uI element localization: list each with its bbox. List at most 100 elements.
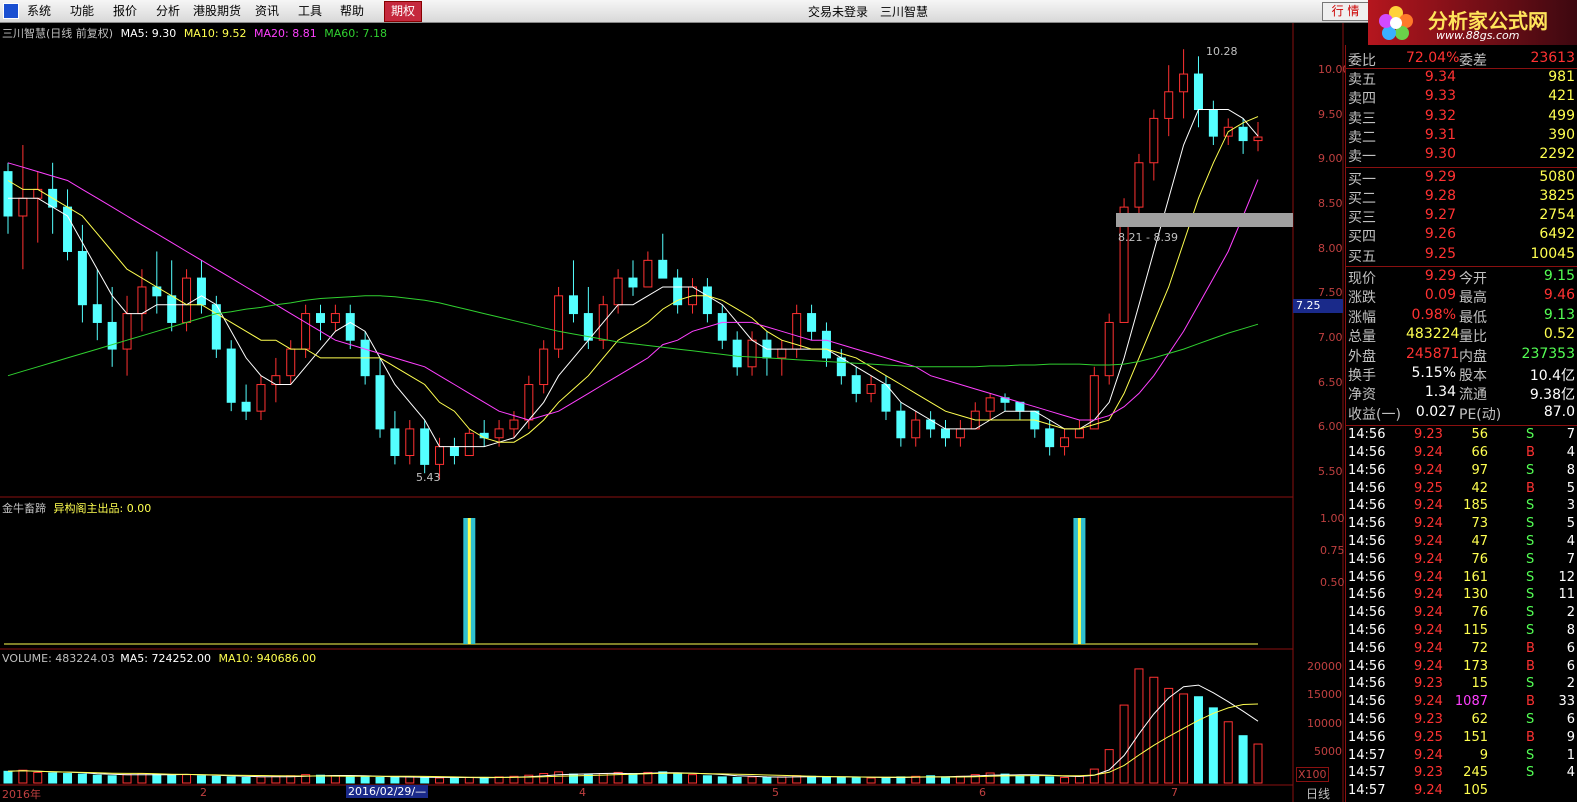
candle-body [494,428,504,439]
tick-row: 14:56 9.24 1087 B 33 [1346,694,1577,712]
tick-price: 9.24 [1414,694,1443,710]
menu-function[interactable]: 功能 [70,3,94,19]
tick-time: 14:57 [1348,765,1386,781]
menu-news[interactable]: 资讯 [255,3,279,19]
candle-body [330,313,340,323]
tick-time: 14:56 [1348,605,1386,621]
stat-label: 换手 [1348,368,1376,384]
ask-row[interactable]: 卖一 9.30 2292 [1346,146,1577,165]
volume-bar [63,773,73,784]
stat-label: 收益(一) [1348,406,1401,423]
wei-bi-value: 72.04% [1406,50,1460,66]
price-band-highlight [1116,213,1293,227]
stat-value: 0.027 [1415,403,1456,420]
menu-hk-futures[interactable]: 港股期货 [193,3,241,19]
menu-help[interactable]: 帮助 [340,3,364,19]
bid-row[interactable]: 买二 9.28 3825 [1346,188,1577,207]
tick-price: 9.23 [1414,765,1443,781]
tick-time: 14:56 [1348,658,1386,674]
stat-label: 最低 [1459,309,1487,326]
bid-row[interactable]: 买四 9.26 6492 [1346,226,1577,245]
volume-bar [1193,696,1203,784]
menu-system[interactable]: 系统 [27,3,51,19]
menu-quote[interactable]: 报价 [113,3,137,19]
bid-row[interactable]: 买五 9.25 10045 [1346,246,1577,265]
ask-row[interactable]: 卖四 9.33 421 [1346,88,1577,107]
ask-label: 卖四 [1348,91,1376,108]
tick-time: 14:56 [1348,676,1386,692]
volume-bar [539,773,549,784]
tick-volume: 73 [1471,516,1488,532]
tick-side: B [1526,640,1535,656]
volume-bar [702,775,712,784]
tick-count: 8 [1566,462,1575,478]
tick-row: 14:56 9.24 73 S 5 [1346,516,1577,534]
stat-row: 总量 483224 量比 0.52 [1346,326,1577,345]
price-tick: 6.00 [1318,420,1343,433]
wei-bi-label: 委比 [1348,53,1376,69]
tick-time: 14:56 [1348,480,1386,496]
stat-value: 9.13 [1543,306,1575,323]
bid-price: 9.29 [1424,168,1456,185]
volume-bar [464,776,474,784]
candle-body [375,375,385,430]
tick-volume: 76 [1471,605,1488,621]
candle-body [568,295,578,315]
tick-time: 14:56 [1348,640,1386,656]
volume-tick: 20000 [1307,660,1342,673]
volume-bar [92,774,102,784]
tick-row: 14:56 9.24 115 S 8 [1346,623,1577,641]
bid-row[interactable]: 买一 9.29 5080 [1346,169,1577,188]
tick-time: 14:56 [1348,498,1386,514]
period-label[interactable]: 日线 [1306,785,1330,802]
ma60-label: MA60: 7.18 [324,27,387,40]
ask-row[interactable]: 卖三 9.32 499 [1346,108,1577,127]
candle-body [747,339,757,368]
stat-value: 9.29 [1424,268,1456,284]
ask-price: 9.32 [1424,107,1456,124]
wei-cha-value: 23613 [1530,50,1575,66]
menu-tools[interactable]: 工具 [298,3,322,19]
bid-row[interactable]: 买三 9.27 2754 [1346,207,1577,226]
tick-row: 14:57 9.24 9 S 1 [1346,748,1577,766]
candle-body [182,277,192,323]
menu-analysis[interactable]: 分析 [156,3,180,19]
volume-bar [167,774,177,784]
tick-count: 11 [1558,587,1575,603]
tick-row: 14:56 9.24 76 S 2 [1346,605,1577,623]
chart-area[interactable]: 三川智慧(日线 前复权) MA5: 9.30 MA10: 9.52 MA20: … [0,23,1350,802]
candle-body [851,375,861,394]
candle-body [509,419,519,430]
menu-options[interactable]: 期权 [384,1,423,22]
tick-volume: 115 [1463,623,1488,638]
indicator-tick: 0.75 [1320,544,1345,557]
volume-bar [405,776,415,784]
indicator-tick: 0.50 [1320,576,1345,589]
tick-side: S [1526,605,1535,621]
bid-label: 买四 [1348,229,1376,246]
market-button[interactable]: 行 情 [1322,2,1369,21]
date-cursor-label: 2016/02/29/— [346,785,429,798]
date-label: 2016年 [2,788,41,801]
stat-row: 收益(一) 0.027 PE(动) 87.0 [1346,404,1577,423]
tick-side: S [1526,587,1535,603]
candlestick-chart[interactable] [0,23,1345,802]
volume-bar [747,776,757,784]
ask-row[interactable]: 卖二 9.31 390 [1346,127,1577,146]
tick-side: S [1526,427,1535,443]
candle-body [1238,126,1248,142]
tick-price: 9.24 [1414,783,1443,799]
volume-bar [1253,743,1263,784]
volume-bar [271,775,281,784]
volume-bar [360,776,370,784]
tick-price: 9.24 [1414,516,1443,532]
login-status: 交易未登录 [808,5,869,19]
candle-body [643,259,653,288]
tick-row: 14:56 9.23 15 S 2 [1346,676,1577,694]
ask-row[interactable]: 卖五 9.34 981 [1346,69,1577,88]
tick-price: 9.24 [1414,462,1443,478]
candle-body [702,286,712,315]
price-tick: 7.50 [1318,286,1343,299]
candle-body [1089,375,1099,430]
tick-count: 5 [1566,480,1575,496]
